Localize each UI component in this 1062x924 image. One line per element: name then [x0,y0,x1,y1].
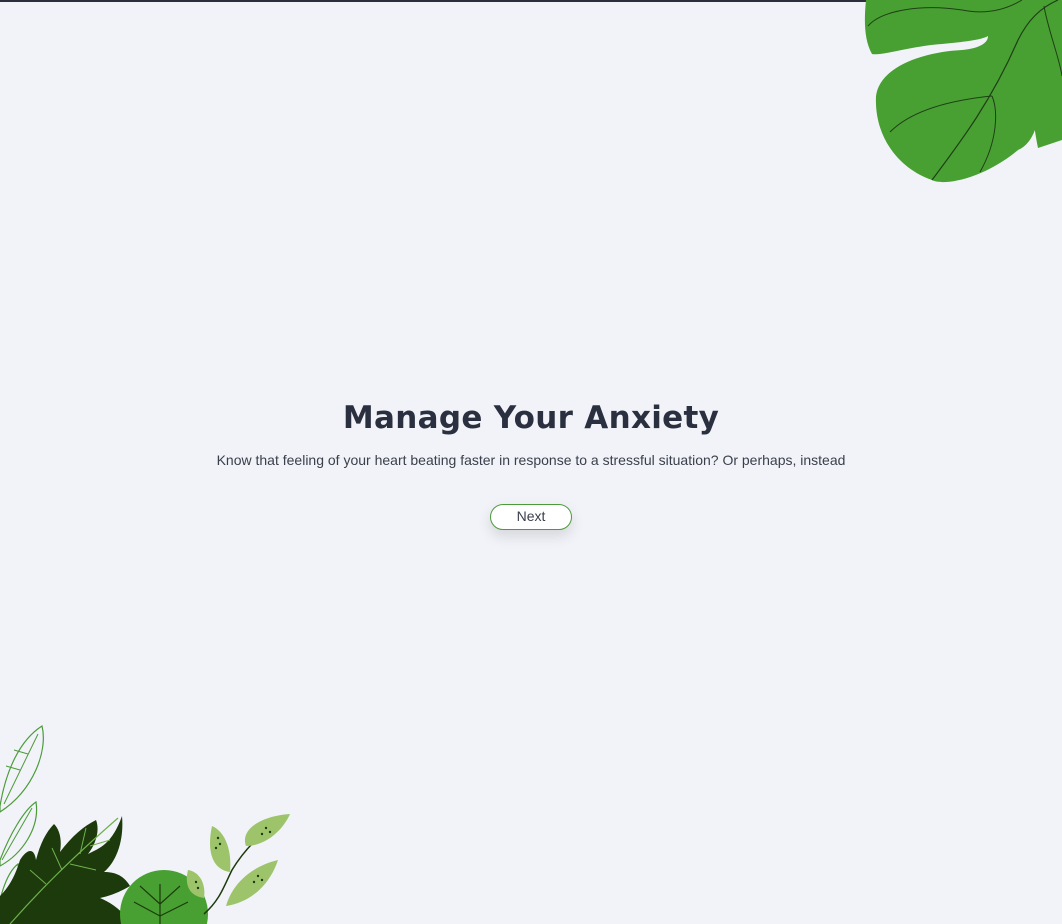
plants-cluster-icon [0,725,290,924]
page-subtitle: Know that feeling of your heart beating … [216,452,846,468]
monstera-leaf-icon [864,0,1062,183]
hero-section: Manage Your Anxiety Know that feeling of… [0,396,1062,530]
page-title: Manage Your Anxiety [342,400,720,436]
next-button[interactable]: Next [490,504,572,530]
